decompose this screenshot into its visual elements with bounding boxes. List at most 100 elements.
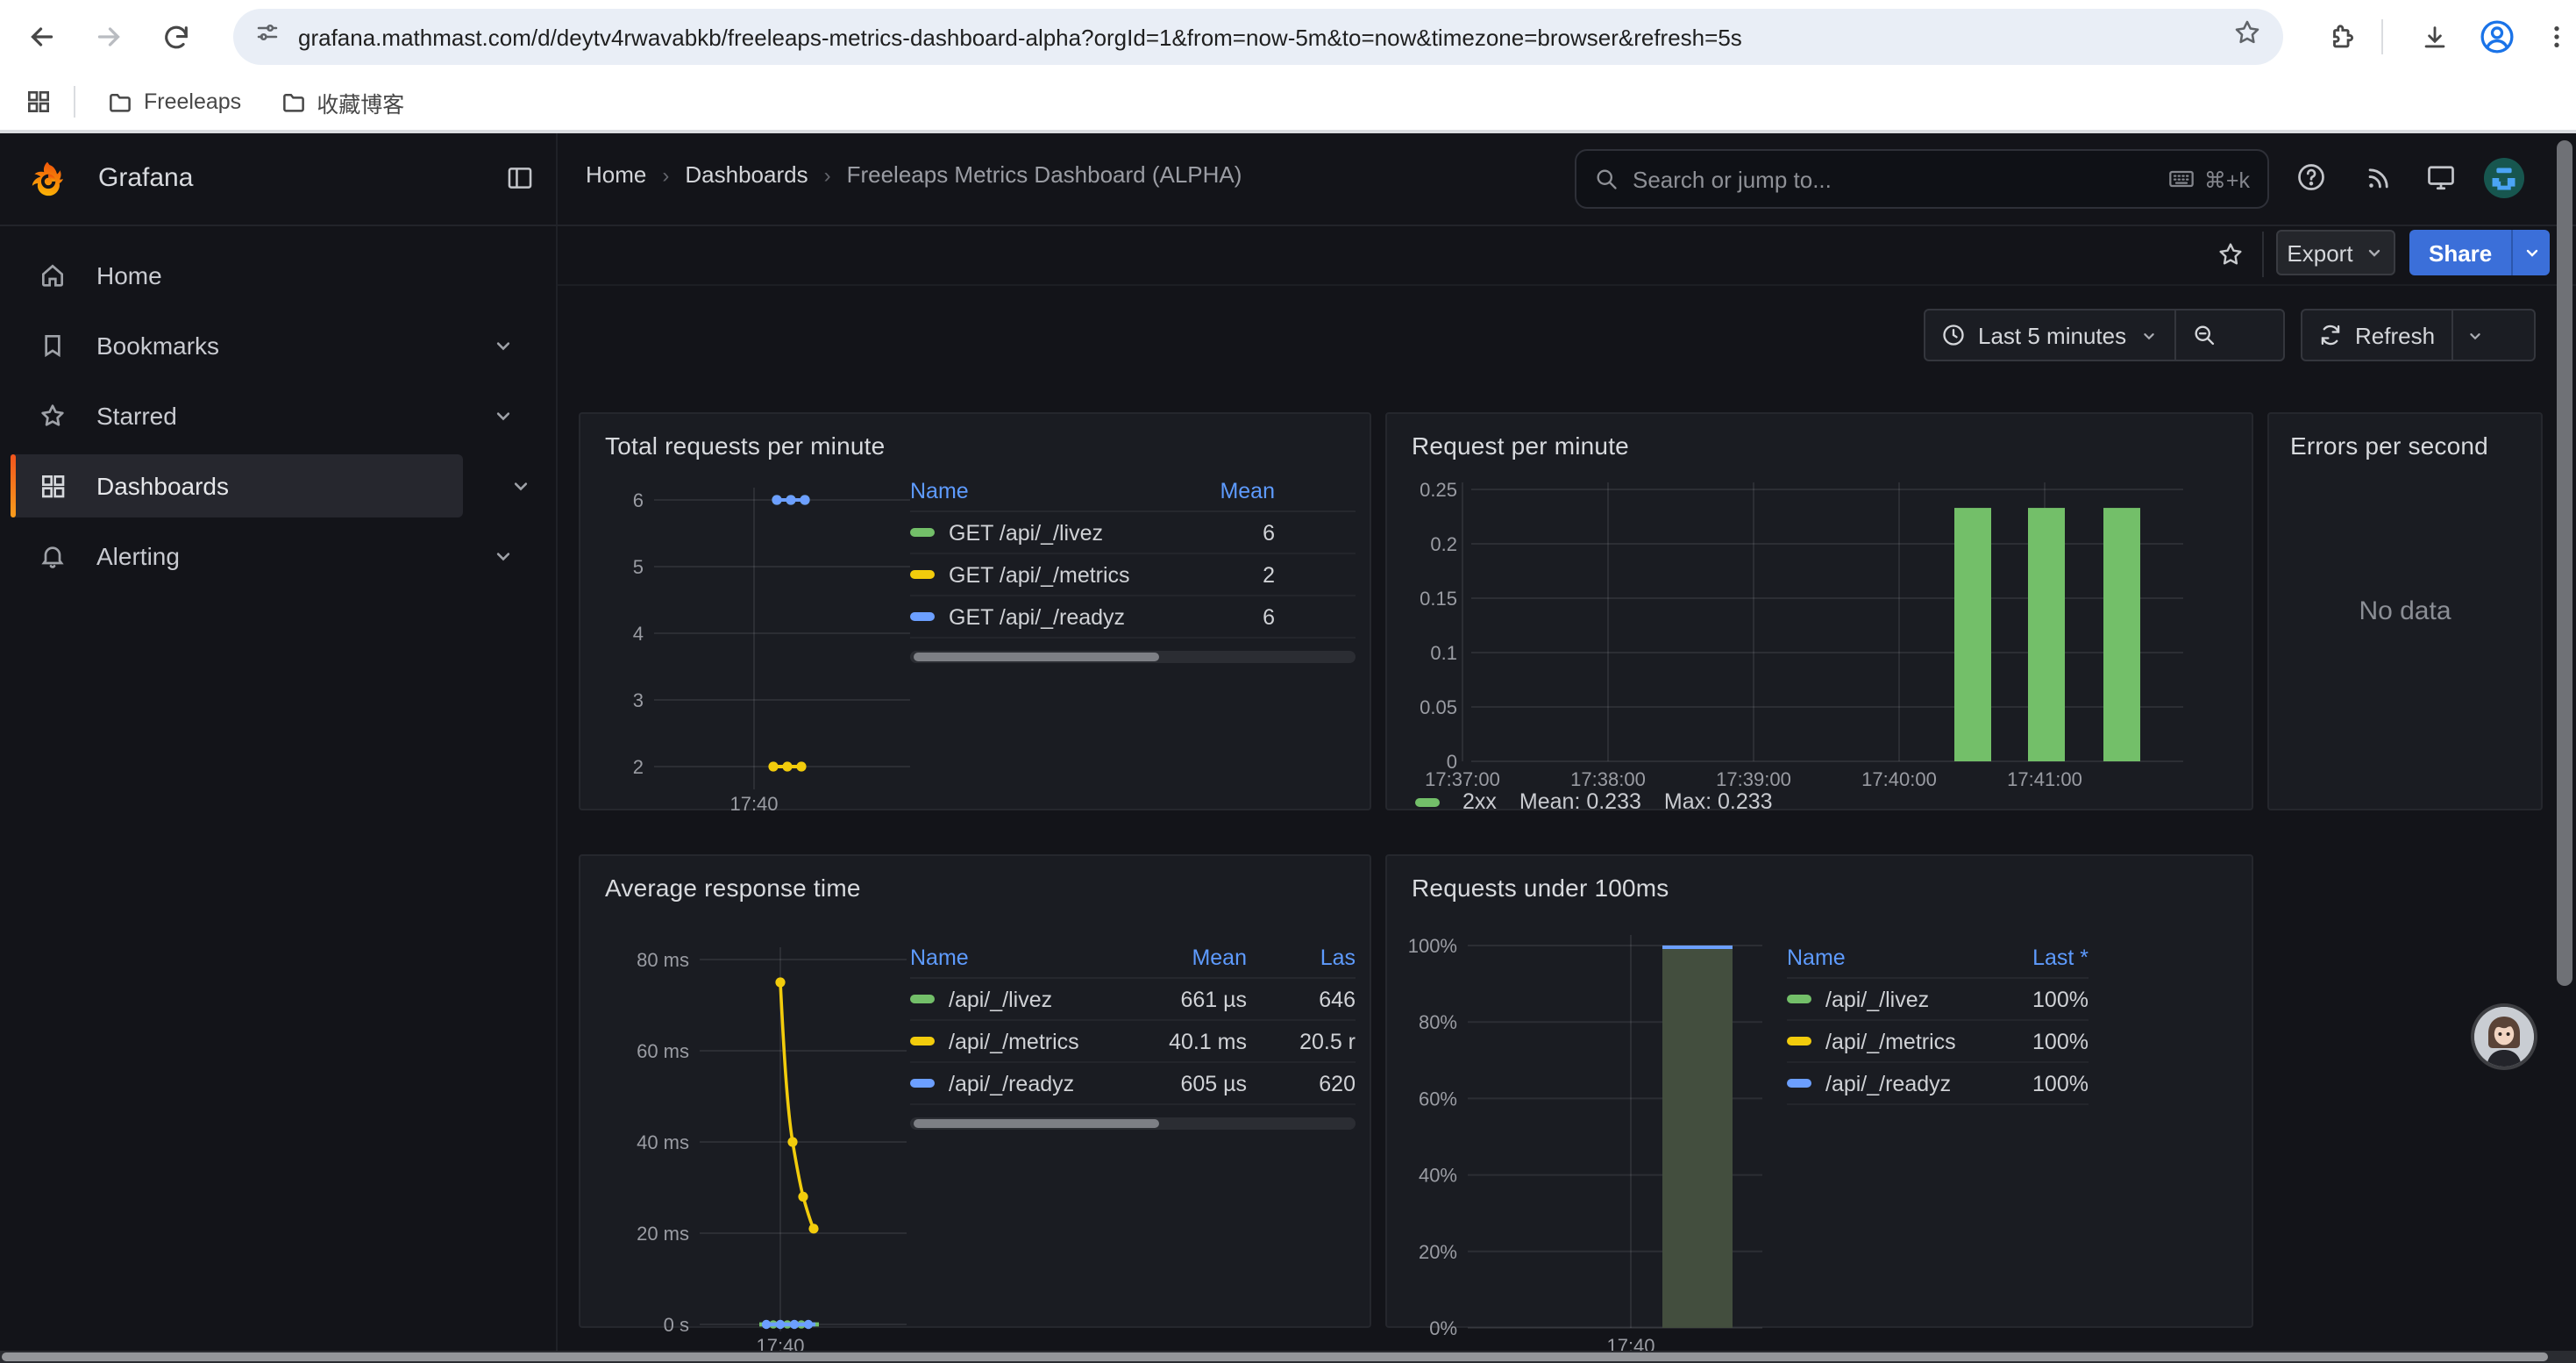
share-button[interactable]: Share <box>2409 230 2511 275</box>
breadcrumb-dashboards[interactable]: Dashboards <box>685 161 808 188</box>
horizontal-scrollbar[interactable] <box>0 1351 2576 1363</box>
legend-row[interactable]: 2xxMean: 0.233Max: 0.233 <box>1415 789 1773 814</box>
news-rss-icon[interactable] <box>2357 156 2399 198</box>
download-icon[interactable] <box>2413 16 2455 58</box>
vertical-scrollbar[interactable] <box>2557 137 2572 1351</box>
refresh-interval-button[interactable] <box>2452 310 2496 360</box>
chevron-down-icon[interactable] <box>491 544 516 574</box>
series-value: 646 <box>1247 987 1356 1011</box>
svg-text:80%: 80% <box>1419 1011 1457 1033</box>
legend-row[interactable]: GET /api/_/livez6 <box>910 512 1356 554</box>
panel-total-requests-per-minute[interactable]: Total requests per minute 6543217:40 Nam… <box>579 412 1371 810</box>
user-avatar[interactable] <box>2483 156 2525 198</box>
series-max: Max: 0.233 <box>1664 789 1773 814</box>
favorite-star-icon[interactable] <box>2210 233 2252 275</box>
panel-errors-per-second[interactable]: Errors per second No data <box>2267 412 2543 810</box>
reload-icon[interactable] <box>154 16 196 58</box>
panel-requests-under-100ms[interactable]: Requests under 100ms 100%80%60%40%20%0%1… <box>1385 854 2253 1328</box>
panel-title[interactable]: Request per minute <box>1412 432 1629 460</box>
browser-menu-icon[interactable] <box>2536 16 2576 58</box>
search-box[interactable]: ⌘+k <box>1575 149 2269 209</box>
bookmark-folder-freeleaps[interactable]: Freeleaps <box>93 82 255 122</box>
scrollbar-thumb[interactable] <box>914 653 1158 661</box>
extensions-icon[interactable] <box>2320 16 2362 58</box>
legend-col-mean[interactable]: Mean <box>1145 945 1247 969</box>
floating-assistant-avatar[interactable] <box>2474 1007 2534 1067</box>
series-value: 661 µs <box>1145 987 1247 1011</box>
monitor-icon[interactable] <box>2420 156 2462 198</box>
average-response-time-chart[interactable]: 80 ms60 ms40 ms20 ms0 s17:40 <box>598 909 914 1361</box>
chevron-down-icon <box>2138 325 2158 345</box>
series-name: /api/_/livez <box>1825 987 1929 1011</box>
series-color-pill <box>1787 1079 1811 1088</box>
bookmark-star-icon[interactable] <box>2232 18 2262 56</box>
time-range-picker[interactable]: Last 5 minutes <box>1925 310 2174 360</box>
scrollbar-thumb[interactable] <box>914 1119 1158 1128</box>
legend-row[interactable]: GET /api/_/readyz6 <box>910 596 1356 639</box>
forward-icon[interactable] <box>88 16 130 58</box>
legend-row[interactable]: /api/_/readyz605 µs620 <box>910 1063 1356 1105</box>
panel-request-per-minute[interactable]: Request per minute 0.250.20.150.10.05017… <box>1385 412 2253 810</box>
panel-title[interactable]: Errors per second <box>2290 432 2488 460</box>
panel-title[interactable]: Total requests per minute <box>605 432 885 460</box>
breadcrumb-home[interactable]: Home <box>586 161 646 188</box>
sidebar-item-alerting[interactable]: Alerting <box>11 525 544 588</box>
chevron-down-icon <box>2364 242 2385 263</box>
legend-col-last[interactable]: Last * <box>2001 945 2089 969</box>
refresh-button[interactable]: Refresh <box>2302 310 2451 360</box>
brand-title: Grafana <box>98 163 193 193</box>
series-name: 2xx <box>1462 789 1497 814</box>
site-settings-icon[interactable] <box>254 19 281 54</box>
grafana-logo[interactable] <box>28 160 67 207</box>
bookmark-label: Freeleaps <box>144 89 241 114</box>
legend-scrollbar[interactable] <box>910 651 1356 663</box>
series-name: /api/_/metrics <box>949 1029 1079 1053</box>
series-name: /api/_/readyz <box>1825 1071 1951 1095</box>
legend-row[interactable]: /api/_/readyz100% <box>1787 1063 2089 1105</box>
legend-row[interactable]: /api/_/livez100% <box>1787 979 2089 1021</box>
back-icon[interactable] <box>21 16 63 58</box>
legend-row[interactable]: /api/_/metrics100% <box>1787 1021 2089 1063</box>
scrollbar-thumb[interactable] <box>2557 140 2572 986</box>
sidebar-item-starred[interactable]: Starred <box>11 384 544 447</box>
legend-scrollbar[interactable] <box>910 1117 1356 1130</box>
legend-row[interactable]: /api/_/livez661 µs646 <box>910 979 1356 1021</box>
share-menu-button[interactable] <box>2511 230 2550 275</box>
legend-col-las[interactable]: Las <box>1247 945 1356 969</box>
legend-row[interactable]: GET /api/_/metrics2 <box>910 554 1356 596</box>
series-value: 100% <box>2001 1029 2089 1053</box>
sidebar-item-home[interactable]: Home <box>11 244 544 307</box>
sidebar-item-dashboards[interactable]: Dashboards <box>11 454 463 517</box>
search-input[interactable] <box>1633 166 2167 192</box>
request-per-minute-chart[interactable]: 0.250.20.150.10.05017:37:0017:38:0017:39… <box>1401 477 2241 802</box>
panel-title[interactable]: Requests under 100ms <box>1412 874 1669 902</box>
zoom-out-button[interactable] <box>2175 310 2231 360</box>
panel-title[interactable]: Average response time <box>605 874 861 902</box>
profile-icon[interactable] <box>2476 16 2518 58</box>
series-name: GET /api/_/readyz <box>949 604 1125 629</box>
help-icon[interactable] <box>2290 156 2332 198</box>
legend-col-name[interactable]: Name <box>910 478 1184 503</box>
svg-text:60 ms: 60 ms <box>637 1040 689 1062</box>
sidebar-item-bookmarks[interactable]: Bookmarks <box>11 314 544 377</box>
legend-col-name[interactable]: Name <box>1787 945 2001 969</box>
export-button[interactable]: Export <box>2276 230 2395 275</box>
bookmark-folder-blog[interactable]: 收藏博客 <box>266 78 418 125</box>
toolbar-divider <box>2381 19 2383 54</box>
chevron-down-icon[interactable] <box>491 333 516 363</box>
chevron-down-icon[interactable] <box>509 474 533 507</box>
legend-col-mean[interactable]: Mean <box>1184 478 1275 503</box>
chevron-down-icon[interactable] <box>491 403 516 433</box>
url-input[interactable] <box>298 24 2232 50</box>
legend-row[interactable]: /api/_/metrics40.1 ms20.5 r <box>910 1021 1356 1063</box>
url-bar[interactable] <box>233 9 2283 65</box>
sidebar-collapse-icon[interactable] <box>505 163 535 202</box>
legend-col-name[interactable]: Name <box>910 945 1145 969</box>
series-color-pill <box>910 612 935 621</box>
panel-average-response-time[interactable]: Average response time 80 ms60 ms40 ms20 … <box>579 854 1371 1328</box>
share-button-group: Share <box>2409 230 2550 275</box>
legend-header: NameMean <box>910 470 1356 512</box>
apps-grid-icon[interactable] <box>25 88 53 116</box>
total-requests-chart[interactable]: 6543217:40 <box>598 474 917 810</box>
scrollbar-thumb[interactable] <box>2 1352 2548 1361</box>
